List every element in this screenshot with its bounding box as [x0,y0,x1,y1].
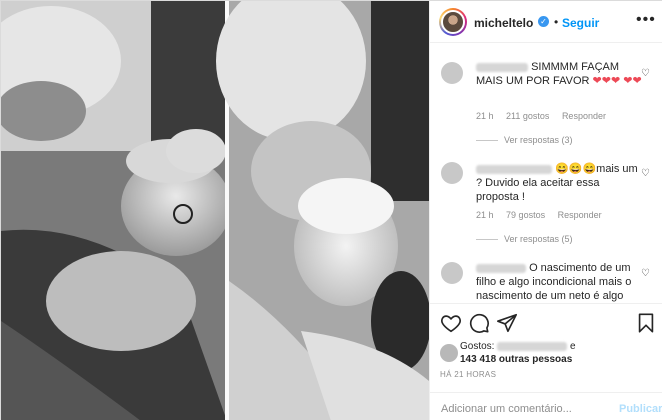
post-timestamp[interactable]: HÁ 21 HORAS [440,370,496,379]
post-photo[interactable] [1,1,429,420]
share-icon[interactable] [496,312,518,334]
blurred-username [476,164,552,174]
username-link[interactable]: micheltelo [474,16,533,30]
comment-likes-count[interactable]: 79 gostos [506,210,545,220]
replies-divider [476,239,498,241]
comment-like-heart-icon[interactable]: ♡ [641,68,650,79]
comment-like-heart-icon[interactable]: ♡ [641,168,650,179]
comment-meta: 21 h 79 gostos Responder [476,210,612,220]
comment-input[interactable]: Adicionar um comentário... [441,403,572,415]
view-replies[interactable]: Ver respostas (5) [476,234,573,244]
comment-emojis: 😄😄😄 [555,163,597,175]
view-replies-label[interactable]: Ver respostas (3) [504,135,573,145]
likes-count-link[interactable]: 143 418 outras pessoas [460,354,572,365]
commenter-avatar[interactable] [441,62,463,84]
commenter-avatar[interactable] [441,162,463,184]
comment-like-heart-icon[interactable]: ♡ [641,268,650,279]
reply-button[interactable]: Responder [558,210,602,220]
bookmark-icon[interactable] [635,312,657,334]
commenter-avatar[interactable] [441,262,463,284]
verified-badge-icon: ✓ [538,16,549,27]
publish-button[interactable]: Publicar [619,403,662,415]
comment-likes-count[interactable]: 211 gostos [506,111,549,121]
heart-icon[interactable] [440,312,462,334]
likes-connector: e [570,341,576,352]
blurred-liker-name[interactable] [497,341,568,351]
view-replies[interactable]: Ver respostas (3) [476,135,573,145]
profile-avatar[interactable] [439,8,467,36]
newborn-photo-collage [1,1,429,420]
post-header: micheltelo ✓ • Seguir ••• [430,1,662,43]
view-replies-label[interactable]: Ver respostas (5) [504,234,573,244]
reply-button[interactable]: Responder [562,111,606,121]
separator-dot: • [554,15,559,29]
comments-list[interactable]: SIMMMM FAÇAM MAIS UM POR FAVOR ❤❤❤ ❤❤ ♡ … [430,44,662,302]
comment-time: 21 h [476,210,494,220]
comment-icon[interactable] [468,312,490,334]
post-actions: Gostos: e 143 418 outras pessoas HÁ 21 H… [430,303,662,420]
comment-body: 😄😄😄mais um ? Duvido ela aceitar essa pro… [476,162,642,204]
comment-body: O nascimento de um filho e algo incondic… [476,261,642,302]
replies-divider [476,140,498,142]
blurred-username [476,263,526,273]
liker-avatar[interactable] [440,344,458,362]
blurred-username [476,62,528,72]
instagram-post: micheltelo ✓ • Seguir ••• SIMMMM FAÇAM M… [0,0,662,420]
likes-prefix: Gostos: [460,341,495,352]
likes-text: Gostos: e 143 418 outras pessoas [460,340,654,366]
follow-button[interactable]: Seguir [562,16,599,30]
comment-time: 21 h [476,111,494,121]
likes-summary: Gostos: e 143 418 outras pessoas [440,340,654,368]
heart-emojis: ❤❤❤ ❤❤ [592,75,642,87]
avatar-image [441,10,465,34]
add-comment-bar: Adicionar um comentário... Publicar [430,392,662,420]
more-options-icon[interactable]: ••• [636,11,656,29]
comment-body: SIMMMM FAÇAM MAIS UM POR FAVOR ❤❤❤ ❤❤ [476,60,642,88]
comment-meta: 21 h 211 gostos Responder [476,111,616,121]
post-sidebar: micheltelo ✓ • Seguir ••• SIMMMM FAÇAM M… [429,1,662,420]
